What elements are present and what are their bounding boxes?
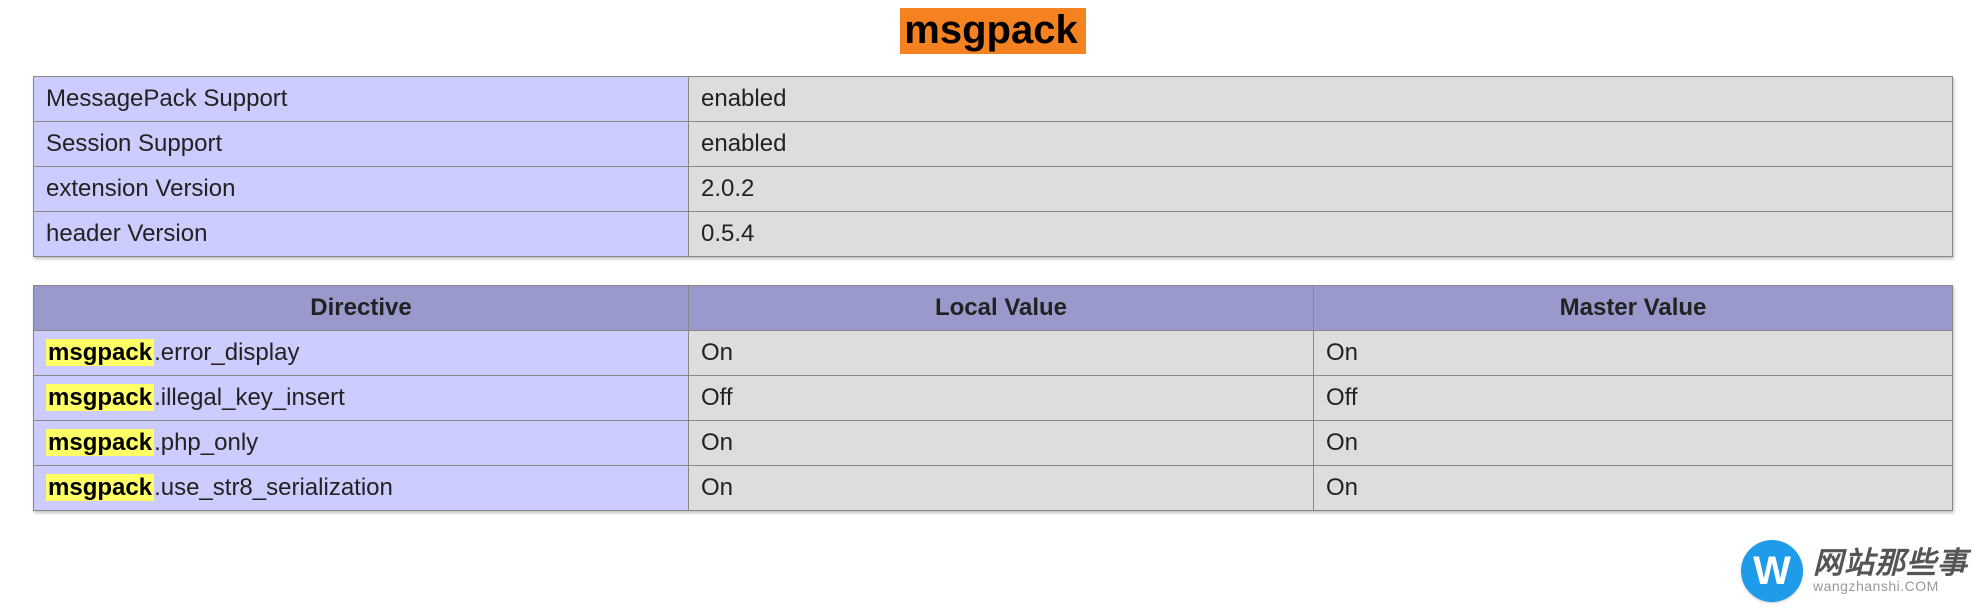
directive-suffix: .use_str8_serialization xyxy=(154,474,393,501)
logo-en: wangzhanshi.COM xyxy=(1813,579,1968,594)
col-directive: Directive xyxy=(34,286,689,331)
directive-suffix: .php_only xyxy=(154,429,258,456)
info-key: MessagePack Support xyxy=(34,77,689,122)
directive-suffix: .illegal_key_insert xyxy=(154,384,345,411)
logo-text: 网站那些事 wangzhanshi.COM xyxy=(1813,548,1968,594)
directive-prefix: msgpack xyxy=(46,384,154,411)
col-local: Local Value xyxy=(689,286,1314,331)
module-heading: msgpack xyxy=(0,8,1986,54)
directive-local: On xyxy=(689,421,1314,466)
info-key: Session Support xyxy=(34,122,689,167)
directive-local: Off xyxy=(689,376,1314,421)
info-value: 2.0.2 xyxy=(689,167,1953,212)
directive-name: msgpack.use_str8_serialization xyxy=(34,466,689,511)
directive-master: On xyxy=(1314,331,1953,376)
info-value: enabled xyxy=(689,122,1953,167)
directive-name: msgpack.php_only xyxy=(34,421,689,466)
directive-prefix: msgpack xyxy=(46,339,154,366)
directive-master: On xyxy=(1314,421,1953,466)
logo-letter: W xyxy=(1753,549,1791,594)
table-header-row: Directive Local Value Master Value xyxy=(34,286,1953,331)
directives-table: Directive Local Value Master Value msgpa… xyxy=(33,285,1953,511)
directive-name: msgpack.error_display xyxy=(34,331,689,376)
table-row: Session Support enabled xyxy=(34,122,1953,167)
logo-disc-icon: W xyxy=(1741,540,1803,602)
directive-master: On xyxy=(1314,466,1953,511)
directive-prefix: msgpack xyxy=(46,429,154,456)
logo-cn: 网站那些事 xyxy=(1813,548,1968,580)
table-row: extension Version 2.0.2 xyxy=(34,167,1953,212)
col-master: Master Value xyxy=(1314,286,1953,331)
directive-name: msgpack.illegal_key_insert xyxy=(34,376,689,421)
table-row: msgpack.error_display On On xyxy=(34,331,1953,376)
directive-suffix: .error_display xyxy=(154,339,299,366)
info-key: extension Version xyxy=(34,167,689,212)
table-row: msgpack.use_str8_serialization On On xyxy=(34,466,1953,511)
module-heading-text: msgpack xyxy=(900,8,1085,54)
info-key: header Version xyxy=(34,212,689,257)
table-row: MessagePack Support enabled xyxy=(34,77,1953,122)
table-row: msgpack.php_only On On xyxy=(34,421,1953,466)
site-watermark: W 网站那些事 wangzhanshi.COM xyxy=(1741,540,1968,602)
directive-local: On xyxy=(689,331,1314,376)
info-table: MessagePack Support enabled Session Supp… xyxy=(33,76,1953,257)
directive-local: On xyxy=(689,466,1314,511)
info-value: 0.5.4 xyxy=(689,212,1953,257)
directive-prefix: msgpack xyxy=(46,474,154,501)
table-row: header Version 0.5.4 xyxy=(34,212,1953,257)
table-row: msgpack.illegal_key_insert Off Off xyxy=(34,376,1953,421)
info-value: enabled xyxy=(689,77,1953,122)
directive-master: Off xyxy=(1314,376,1953,421)
